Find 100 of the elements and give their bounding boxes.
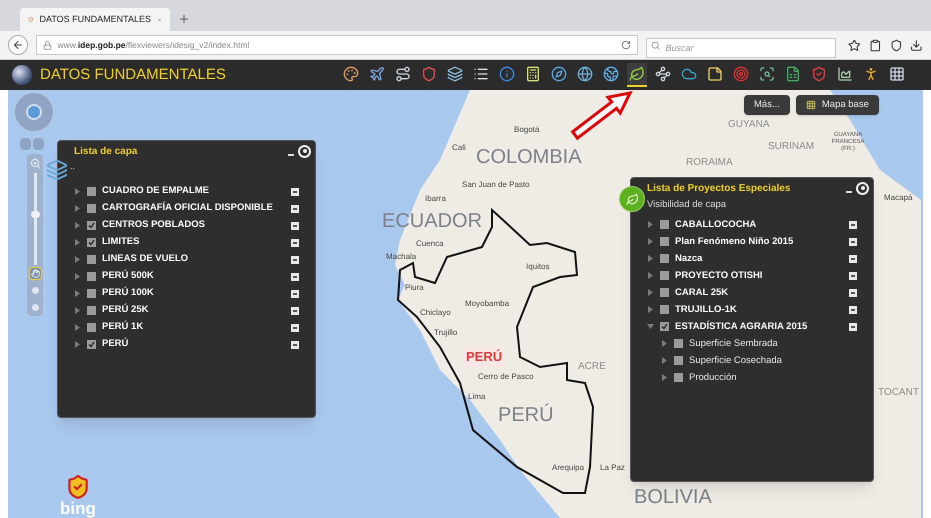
layer-checkbox[interactable] bbox=[87, 238, 96, 247]
layer-checkbox[interactable] bbox=[660, 305, 669, 314]
layer-checkbox[interactable] bbox=[660, 237, 669, 246]
shield-icon bbox=[421, 66, 437, 82]
grid-icon bbox=[889, 66, 905, 82]
layer-checkbox[interactable] bbox=[660, 254, 669, 264]
browser-tab[interactable]: DATOS FUNDAMENTALES bbox=[20, 8, 170, 31]
expand-arrow-icon[interactable] bbox=[74, 290, 81, 297]
list-icon bbox=[473, 66, 489, 82]
expand-arrow-icon[interactable] bbox=[74, 341, 81, 348]
compass-icon bbox=[551, 66, 567, 82]
layer-checkbox[interactable] bbox=[660, 288, 669, 298]
map-label: PERÚ bbox=[464, 347, 504, 366]
map-label: BOLIVIA bbox=[634, 485, 712, 510]
expand-arrow-icon[interactable] bbox=[647, 221, 654, 228]
expand-arrow-icon[interactable] bbox=[647, 306, 654, 314]
layer-checkbox[interactable] bbox=[674, 373, 683, 382]
layer-menu-button[interactable] bbox=[291, 204, 299, 212]
expand-arrow-icon[interactable] bbox=[647, 255, 654, 262]
map-label: Arequipa bbox=[552, 462, 584, 474]
expand-arrow-icon[interactable] bbox=[74, 222, 81, 229]
map-tool-button[interactable] bbox=[28, 267, 42, 280]
waypoints-icon bbox=[655, 66, 671, 82]
layer-label: PERÚ 100K bbox=[102, 286, 154, 300]
expand-arrow-icon[interactable] bbox=[647, 238, 654, 246]
layer-checkbox[interactable] bbox=[87, 323, 96, 332]
collapse-arrow-icon[interactable] bbox=[647, 323, 654, 330]
expand-arrow-icon[interactable] bbox=[661, 340, 668, 348]
bookmark-star-icon[interactable] bbox=[848, 38, 862, 52]
layer-label: Nazca bbox=[675, 252, 702, 266]
layer-checkbox[interactable] bbox=[87, 289, 96, 298]
basemap-button[interactable]: Mapa base bbox=[796, 95, 879, 115]
map[interactable] bbox=[8, 90, 923, 518]
expand-arrow-icon[interactable] bbox=[74, 188, 81, 195]
layer-label: ESTADÍSTICA AGRARIA 2015 bbox=[675, 320, 808, 334]
layer-menu-button[interactable] bbox=[291, 324, 299, 332]
layer-checkbox[interactable] bbox=[87, 306, 96, 315]
layer-checkbox[interactable] bbox=[674, 356, 683, 366]
grid-icon bbox=[806, 100, 816, 110]
search-field[interactable]: Buscar bbox=[646, 38, 836, 58]
layer-checkbox[interactable] bbox=[87, 221, 96, 230]
target-icon bbox=[733, 66, 749, 82]
layer-checkbox[interactable] bbox=[87, 187, 96, 196]
layer-label: PERÚ 25K bbox=[102, 303, 148, 318]
close-button[interactable] bbox=[298, 144, 311, 158]
expand-arrow-icon[interactable] bbox=[647, 289, 654, 296]
reload-icon[interactable] bbox=[621, 40, 632, 50]
layer-checkbox[interactable] bbox=[674, 339, 683, 348]
expand-arrow-icon[interactable] bbox=[74, 205, 81, 212]
toolbar-button[interactable] bbox=[627, 63, 647, 87]
layer-label: Plan Fenómeno Niño 2015 bbox=[675, 234, 794, 249]
close-button[interactable] bbox=[856, 182, 869, 194]
layer-menu-button[interactable] bbox=[291, 256, 299, 264]
layer-label: LINEAS DE VUELO bbox=[102, 252, 188, 266]
expand-arrow-icon[interactable] bbox=[74, 256, 81, 263]
panel-subtitle: .. bbox=[70, 161, 76, 171]
map-label: PERÚ bbox=[498, 402, 554, 428]
map-label: Trujillo bbox=[434, 327, 458, 339]
map-label: Machala bbox=[386, 251, 416, 263]
download-icon[interactable] bbox=[910, 38, 924, 52]
slider-thumb[interactable] bbox=[30, 211, 40, 218]
expand-arrow-icon[interactable] bbox=[74, 239, 81, 246]
layer-checkbox[interactable] bbox=[660, 271, 669, 280]
layers-icon bbox=[447, 66, 463, 82]
layer-menu-button[interactable] bbox=[291, 306, 299, 314]
expand-arrow-icon[interactable] bbox=[661, 374, 668, 382]
chart-icon bbox=[837, 66, 853, 82]
expand-arrow-icon[interactable] bbox=[647, 272, 654, 280]
layer-menu-button[interactable] bbox=[291, 290, 299, 298]
expand-arrow-icon[interactable] bbox=[661, 357, 668, 364]
search-icon bbox=[759, 66, 775, 82]
layer-checkbox[interactable] bbox=[87, 204, 96, 213]
new-tab-icon[interactable] bbox=[178, 13, 190, 25]
layer-menu-button[interactable] bbox=[291, 238, 299, 246]
layer-checkbox[interactable] bbox=[660, 322, 669, 332]
address-field[interactable]: www.idep.gob.pe/flexviewers/idesig_v2/index.html bbox=[36, 35, 638, 55]
layer-menu-button[interactable] bbox=[291, 188, 299, 196]
zoom-slider[interactable] bbox=[34, 173, 36, 265]
back-button[interactable] bbox=[8, 35, 28, 55]
lock-icon bbox=[42, 40, 52, 50]
expand-arrow-icon[interactable] bbox=[74, 307, 81, 314]
layer-checkbox[interactable] bbox=[87, 255, 96, 264]
more-button[interactable]: Más... bbox=[744, 95, 790, 115]
layer-menu-button[interactable] bbox=[291, 272, 299, 280]
layer-checkbox[interactable] bbox=[660, 220, 669, 230]
map-label: Lima bbox=[468, 391, 486, 403]
map-label: GUYANA bbox=[728, 118, 770, 132]
expand-arrow-icon[interactable] bbox=[74, 324, 81, 331]
clipboard-icon[interactable] bbox=[869, 38, 882, 52]
layer-label: Producción bbox=[689, 370, 737, 385]
layer-menu-button[interactable] bbox=[291, 340, 299, 348]
layer-checkbox[interactable] bbox=[87, 340, 96, 349]
map-label: Macapá bbox=[884, 192, 912, 204]
note-icon bbox=[707, 66, 723, 82]
layer-label: PROYECTO OTISHI bbox=[675, 268, 762, 283]
map-label: SURINAM bbox=[768, 140, 814, 154]
layer-menu-button[interactable] bbox=[291, 222, 299, 230]
layer-checkbox[interactable] bbox=[87, 272, 96, 281]
expand-arrow-icon[interactable] bbox=[74, 273, 81, 280]
map-label: Cerro de Pasco bbox=[478, 371, 534, 383]
